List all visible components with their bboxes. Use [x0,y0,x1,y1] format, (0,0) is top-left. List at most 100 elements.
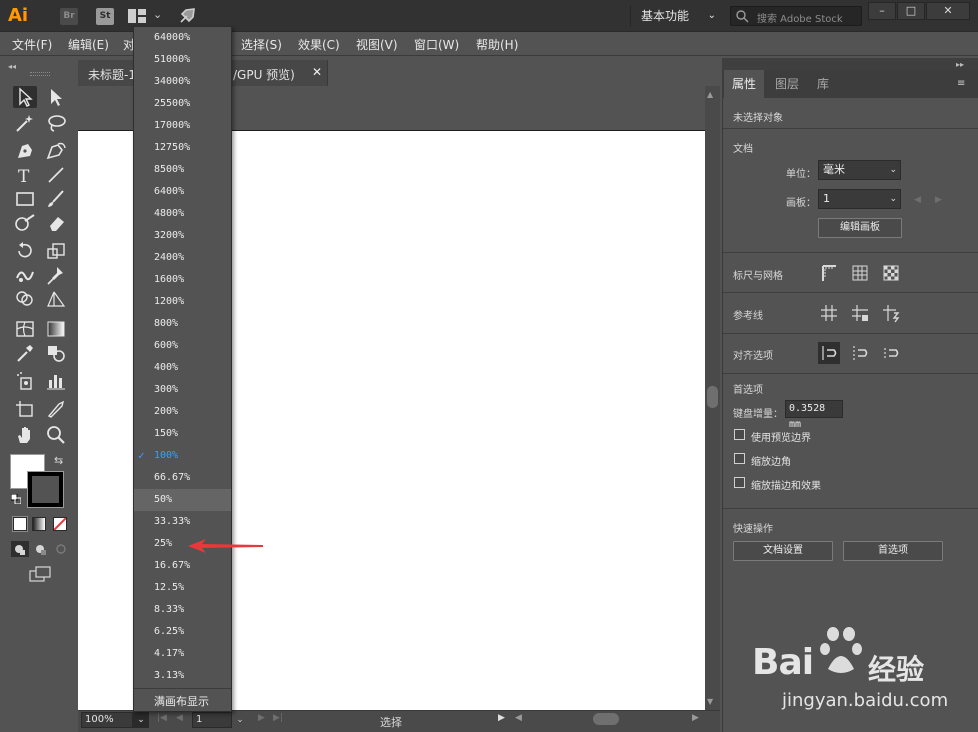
chevron-down-icon[interactable]: ⌄ [153,8,165,22]
zoom-option[interactable]: 1200% [134,291,231,313]
zoom-tool-icon[interactable] [44,424,68,446]
zoom-option[interactable]: 8.33% [134,599,231,621]
zoom-option[interactable]: 16.67% [134,555,231,577]
stock-button[interactable]: St [96,8,114,25]
warp-tool-icon[interactable] [13,264,37,286]
zoom-option[interactable]: 6400% [134,181,231,203]
zoom-option[interactable]: 4.17% [134,643,231,665]
zoom-option[interactable]: ✓ 100% [134,445,231,467]
next-artboard-icon[interactable]: ▶ [258,713,265,723]
use-preview-bounds-checkbox[interactable] [734,429,745,440]
tab-libraries[interactable]: 库 [809,70,837,98]
zoom-option[interactable]: 33.33% [134,511,231,533]
gradient-mode-icon[interactable] [32,517,46,531]
puppet-warp-tool-icon[interactable] [44,264,68,286]
mesh-tool-icon[interactable] [13,318,37,340]
snap-to-glyph-icon[interactable] [880,342,902,364]
close-tab-icon[interactable]: ✕ [312,65,322,79]
magic-wand-tool-icon[interactable] [13,112,37,134]
zoom-option[interactable]: 66.67% [134,467,231,489]
draw-inside-icon[interactable] [53,541,69,557]
collapse-panel-icon[interactable]: ▸▸ [956,60,964,69]
zoom-option[interactable]: 400% [134,357,231,379]
menu-effect[interactable]: 效果(C) [298,36,340,53]
zoom-option[interactable]: 51000% [134,49,231,71]
document-setup-button[interactable]: 文档设置 [733,541,833,561]
rotate-tool-icon[interactable] [13,240,37,262]
last-artboard-icon[interactable]: ▶| [273,713,283,723]
menu-help[interactable]: 帮助(H) [476,36,518,53]
color-mode-icon[interactable] [12,516,28,532]
minimize-button[interactable]: – [868,2,896,20]
stock-search-input[interactable]: 搜索 Adobe Stock [730,6,862,26]
zoom-option[interactable]: 200% [134,401,231,423]
pen-tool-icon[interactable] [13,140,37,162]
workspace-switcher[interactable]: 基本功能 ⌄ [630,5,722,27]
direct-selection-tool-icon[interactable] [44,86,68,108]
snap-to-point-icon[interactable] [849,342,871,364]
scroll-left-icon[interactable]: ◀ [515,713,522,723]
scroll-right-icon[interactable]: ▶ [692,713,699,723]
preferences-button[interactable]: 首选项 [843,541,943,561]
eraser-tool-icon[interactable] [44,212,68,234]
scale-strokes-effects-checkbox[interactable] [734,477,745,488]
show-guides-icon[interactable] [818,302,840,324]
artboard-dropdown-button[interactable]: ⌄ [232,712,248,728]
tab-properties[interactable]: 属性 [724,70,765,98]
transparency-grid-icon[interactable] [880,262,902,284]
align-to-pixel-grid-icon[interactable] [818,342,840,364]
draw-behind-icon[interactable] [33,541,49,557]
eyedropper-tool-icon[interactable] [13,342,37,364]
lock-guides-icon[interactable] [849,302,871,324]
blend-tool-icon[interactable] [44,342,68,364]
zoom-option[interactable]: 3.13% [134,665,231,687]
maximize-button[interactable]: □ [897,2,925,20]
menu-window[interactable]: 窗口(W) [414,36,459,53]
zoom-dropdown-button[interactable]: ⌄ [133,712,149,728]
shape-builder-tool-icon[interactable] [13,288,37,310]
swap-fill-stroke-icon[interactable]: ⇆ [54,454,63,467]
zoom-option[interactable]: 25500% [134,93,231,115]
scroll-up-icon[interactable]: ▲ [707,90,713,99]
default-fill-stroke-icon[interactable] [10,493,22,505]
previous-artboard-icon[interactable]: ◀ [176,713,183,723]
zoom-option[interactable]: 12750% [134,137,231,159]
type-tool-icon[interactable]: T [13,164,37,187]
zoom-option[interactable]: 12.5% [134,577,231,599]
grid-icon[interactable] [849,262,871,284]
keyboard-increment-field[interactable]: 0.3528 mm [785,400,843,430]
perspective-grid-tool-icon[interactable] [44,288,68,310]
horizontal-scroll-thumb[interactable] [593,713,619,725]
units-select[interactable]: 毫米 ⌄ [818,160,901,180]
artboard-number-field[interactable]: 1 [192,712,232,728]
panel-menu-icon[interactable]: ≡ [957,78,965,89]
previous-artboard-icon[interactable]: ◀ [914,195,921,205]
slice-tool-icon[interactable] [44,398,68,420]
scale-tool-icon[interactable] [44,240,68,262]
shaper-tool-icon[interactable] [13,212,37,234]
zoom-level-field[interactable]: 100% [81,712,133,728]
scroll-down-icon[interactable]: ▼ [707,697,713,706]
zoom-option[interactable]: 4800% [134,203,231,225]
status-text[interactable]: 选择 [380,714,402,730]
zoom-option[interactable]: 2400% [134,247,231,269]
zoom-option[interactable]: 3200% [134,225,231,247]
arrange-documents-icon[interactable] [128,9,146,23]
zoom-option[interactable]: 6.25% [134,621,231,643]
scale-corners-checkbox[interactable] [734,453,745,464]
menu-file[interactable]: 文件(F) [12,36,52,53]
rectangle-tool-icon[interactable] [13,188,37,210]
status-menu-icon[interactable]: ▶ [498,713,505,723]
edit-artboards-button[interactable]: 编辑画板 [818,218,902,238]
zoom-option[interactable]: 8500% [134,159,231,181]
menu-select[interactable]: 选择(S) [241,36,282,53]
none-mode-icon[interactable] [53,517,67,531]
zoom-option[interactable]: 800% [134,313,231,335]
line-segment-tool-icon[interactable] [44,164,68,186]
curvature-tool-icon[interactable] [44,140,68,162]
screen-mode-icon[interactable] [28,565,52,583]
menu-edit[interactable]: 编辑(E) [68,36,109,53]
zoom-option[interactable]: 64000% [134,27,231,49]
close-button[interactable]: ✕ [926,2,970,20]
smart-guides-icon[interactable] [880,302,902,324]
